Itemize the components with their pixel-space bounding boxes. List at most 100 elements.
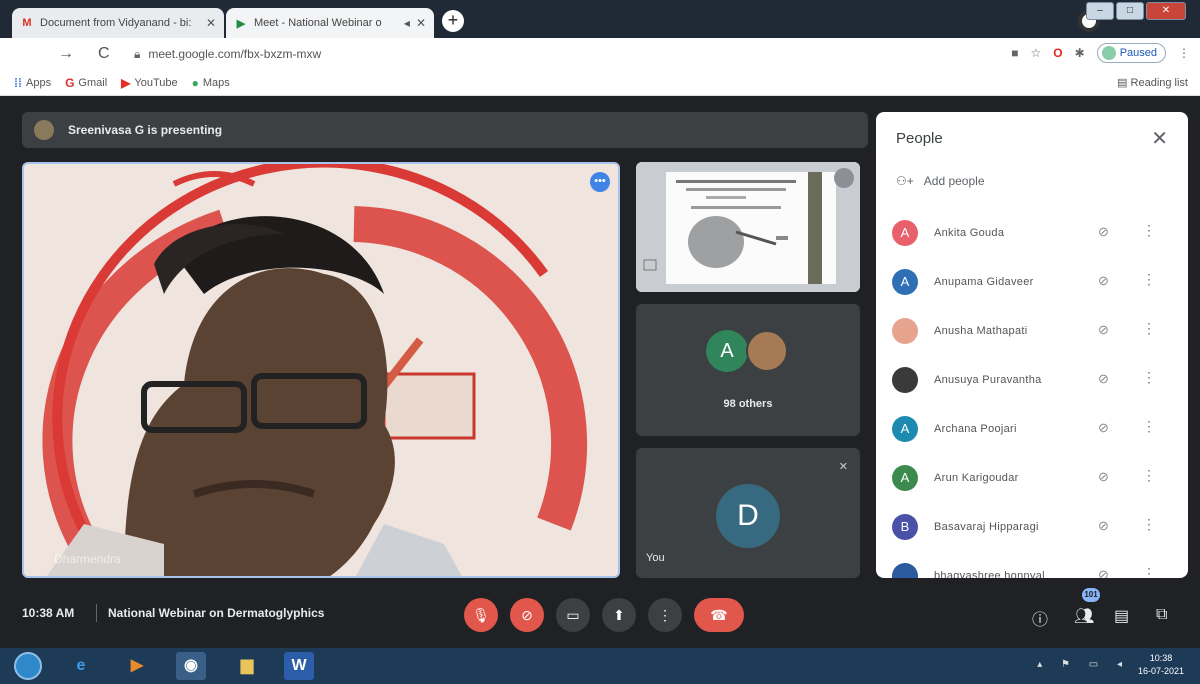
captions-button[interactable]: ▭ — [556, 598, 590, 632]
bookmark-gmail[interactable]: G Gmail — [65, 76, 107, 90]
meet-control-bar: 10:38 AM National Webinar on Dermatoglyp… — [0, 584, 1200, 640]
address-bar[interactable]: 🔒︎ meet.google.com/fbx-bxzm-mxw — [134, 47, 321, 62]
presenting-text: Sreenivasa G is presenting — [68, 123, 223, 137]
avatar: A — [892, 268, 918, 295]
participant-row[interactable]: A Ankita Gouda ⊘ ⋮ — [876, 208, 1188, 257]
chat-icon[interactable]: ▤ — [1114, 606, 1129, 626]
bookmark-star-icon[interactable]: ☆ — [1031, 46, 1042, 60]
bookmarks-bar: ⁞⁞ Apps G Gmail ▶ YouTube ● Maps ▤ Reading l… — [0, 70, 1200, 96]
leave-call-button[interactable]: ☎ — [694, 598, 744, 632]
bookmark-label: YouTube — [134, 76, 178, 89]
avatar — [892, 562, 918, 578]
bookmark-maps[interactable]: ● Maps — [192, 76, 230, 90]
mic-off-icon[interactable]: ⊘ — [1098, 469, 1109, 485]
mic-off-icon[interactable]: ⊘ — [1098, 322, 1109, 338]
participant-row[interactable]: A Arun Karigoudar ⊘ ⋮ — [876, 453, 1188, 502]
opera-extension-icon[interactable]: O — [1053, 46, 1062, 60]
taskbar-clock[interactable]: 10:38 16-07-2021 — [1138, 652, 1184, 678]
self-tile[interactable]: ✕ D You — [636, 448, 860, 578]
reload-icon[interactable]: C — [98, 45, 120, 63]
windows-start-button[interactable] — [14, 652, 42, 680]
maximize-button[interactable]: □ — [1116, 2, 1144, 20]
camera-toggle-button[interactable]: ⊘ — [510, 598, 544, 632]
tile-options-button[interactable]: ••• — [590, 172, 610, 192]
more-options-icon[interactable]: ⋮ — [1142, 418, 1156, 435]
mic-off-icon[interactable]: ⊘ — [1098, 371, 1109, 387]
new-tab-button[interactable]: + — [442, 10, 464, 32]
more-options-icon[interactable]: ⋮ — [1142, 222, 1156, 239]
meeting-details-icon[interactable]: ⓘ — [1032, 606, 1048, 630]
add-people-label: Add people — [923, 174, 985, 188]
media-player-icon[interactable]: ▶ — [122, 652, 152, 680]
close-window-button[interactable]: ✕ — [1146, 2, 1186, 20]
close-tab-icon[interactable]: ✕ — [206, 16, 216, 30]
avatar — [892, 317, 918, 344]
activities-icon[interactable]: ⧉ — [1156, 606, 1167, 624]
participant-row[interactable]: Anusha Mathapati ⊘ ⋮ — [876, 306, 1188, 355]
audio-icon[interactable]: ◂ — [404, 16, 410, 30]
word-icon[interactable]: W — [284, 652, 314, 680]
presenting-banner: Sreenivasa G is presenting — [22, 112, 868, 148]
meet-window: Sreenivasa G is presenting ••• Dharmendr… — [0, 96, 1200, 648]
mic-off-icon[interactable]: ⊘ — [1098, 273, 1109, 289]
participant-row[interactable]: A Archana Poojari ⊘ ⋮ — [876, 404, 1188, 453]
mic-off-icon[interactable]: ⊘ — [1098, 567, 1109, 578]
add-people-button[interactable]: ⚇+ Add people — [896, 174, 985, 188]
tab-meet[interactable]: ▶ Meet - National Webinar o ◂ ✕ — [226, 8, 434, 38]
present-now-button[interactable]: ⬆ — [602, 598, 636, 632]
more-options-icon[interactable]: ⋮ — [1142, 565, 1156, 578]
profile-button[interactable]: Paused — [1096, 43, 1166, 63]
bookmark-apps[interactable]: ⁞⁞ Apps — [14, 76, 51, 90]
main-video-tile[interactable]: ••• Dharmendra — [22, 162, 620, 578]
participant-count-badge: 101 — [1082, 588, 1100, 602]
internet-explorer-icon[interactable]: e — [66, 652, 96, 680]
participant-row[interactable]: bhagyashree honnyal ⊘ ⋮ — [876, 551, 1188, 578]
more-options-icon[interactable]: ⋮ — [1142, 271, 1156, 288]
hang-up-icon: ☎ — [710, 607, 728, 623]
chrome-icon[interactable]: ◉ — [176, 652, 206, 680]
bookmark-youtube[interactable]: ▶ YouTube — [121, 76, 177, 90]
close-tab-icon[interactable]: ✕ — [416, 16, 426, 30]
more-options-icon[interactable]: ⋮ — [1142, 369, 1156, 386]
bookmark-label: Maps — [202, 76, 230, 89]
menu-icon[interactable]: ⋮ — [1178, 46, 1190, 60]
system-tray[interactable]: ▴ ⚑ ▭ ◂ — [1037, 659, 1130, 670]
meeting-title: National Webinar on Dermatoglyphics — [108, 606, 325, 620]
reading-list-icon: ▤ — [1117, 77, 1131, 89]
people-icon[interactable]: 👥︎ — [1074, 606, 1094, 626]
bookmark-label: Apps — [26, 76, 52, 89]
minimize-button[interactable]: – — [1086, 2, 1114, 20]
mic-off-icon[interactable]: ⊘ — [1098, 518, 1109, 534]
participant-row[interactable]: Anusuya Puravantha ⊘ ⋮ — [876, 355, 1188, 404]
file-explorer-icon[interactable]: ▆ — [232, 652, 262, 680]
avatar: A — [892, 219, 918, 246]
avatar — [34, 120, 54, 140]
self-label: You — [646, 552, 665, 564]
presentation-thumbnail[interactable] — [636, 162, 860, 292]
more-options-icon[interactable]: ⋮ — [1142, 516, 1156, 533]
participant-row[interactable]: A Anupama Gidaveer ⊘ ⋮ — [876, 257, 1188, 306]
more-options-icon[interactable]: ⋮ — [1142, 467, 1156, 484]
gmail-icon: M — [22, 17, 32, 29]
mic-off-icon[interactable]: ⊘ — [1098, 224, 1109, 240]
reading-list-button[interactable]: ▤ Reading list — [1117, 76, 1188, 89]
mic-off-icon[interactable]: ⊘ — [1098, 420, 1109, 436]
tab-gmail-document[interactable]: M Document from Vidyanand - bi: ✕ — [12, 8, 224, 38]
back-arrow-icon[interactable] — [18, 45, 40, 63]
avatar: A — [892, 415, 918, 442]
clock-time: 10:38 — [1149, 653, 1173, 663]
others-tile[interactable]: A 98 others — [636, 304, 860, 436]
mic-toggle-button[interactable]: 🎙︎ — [464, 598, 498, 632]
speaker-video — [24, 164, 618, 576]
participant-name: bhagyashree honnyal — [934, 569, 1045, 579]
participant-row[interactable]: B Basavaraj Hipparagi ⊘ ⋮ — [876, 502, 1188, 551]
forward-arrow-icon[interactable]: → — [58, 45, 80, 63]
more-options-icon[interactable]: ⋮ — [1142, 320, 1156, 337]
more-options-button[interactable]: ⋮ — [648, 598, 682, 632]
browser-tab-strip: M Document from Vidyanand - bi: ✕ ▶ Meet… — [0, 0, 1200, 38]
camera-icon[interactable]: ■ — [1011, 46, 1018, 60]
close-icon[interactable]: ✕ — [1151, 126, 1168, 151]
google-icon: G — [65, 75, 75, 90]
mic-off-icon: ✕ — [838, 461, 848, 473]
extensions-icon[interactable]: ✱ — [1075, 46, 1085, 60]
